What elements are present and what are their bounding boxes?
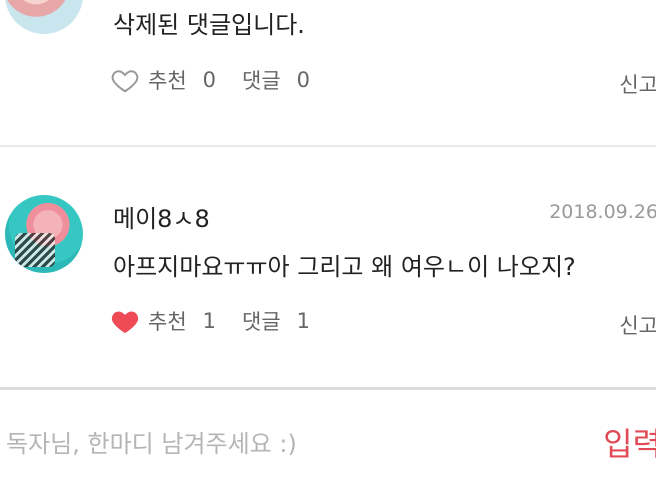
comment-author[interactable]: 메이8ㅅ8: [113, 199, 210, 234]
reply-label[interactable]: 댓글: [242, 306, 281, 336]
comment-input[interactable]: [4, 423, 568, 465]
submit-button[interactable]: 입력: [603, 419, 656, 465]
recommend-label[interactable]: 추천: [148, 306, 187, 336]
report-button[interactable]: 신고: [619, 69, 656, 99]
recommend-count: 0: [202, 68, 217, 92]
reply-label[interactable]: 댓글: [242, 65, 281, 95]
comment-input-bar: 입력: [0, 390, 656, 492]
reply-count: 1: [296, 309, 311, 333]
reply-count: 0: [296, 68, 311, 92]
comment-text: 아프지마요ㅠㅠ아 그리고 왜 여우ㄴ이 나오지?: [113, 253, 576, 281]
avatar[interactable]: [5, 195, 83, 273]
avatar[interactable]: [5, 0, 83, 34]
comment-actions: 추천 0 댓글 0: [110, 65, 310, 95]
comment-date: 2018.09.26: [549, 201, 656, 223]
recommend-count: 1: [202, 309, 217, 333]
comment-actions: 추천 1 댓글 1: [110, 306, 310, 336]
heart-outline-icon[interactable]: [110, 65, 140, 95]
report-button[interactable]: 신고: [619, 310, 656, 340]
recommend-label[interactable]: 추천: [148, 65, 187, 95]
divider: [0, 145, 656, 147]
comment-text: 삭제된 댓글입니다.: [113, 11, 305, 39]
heart-filled-icon[interactable]: [110, 306, 140, 336]
